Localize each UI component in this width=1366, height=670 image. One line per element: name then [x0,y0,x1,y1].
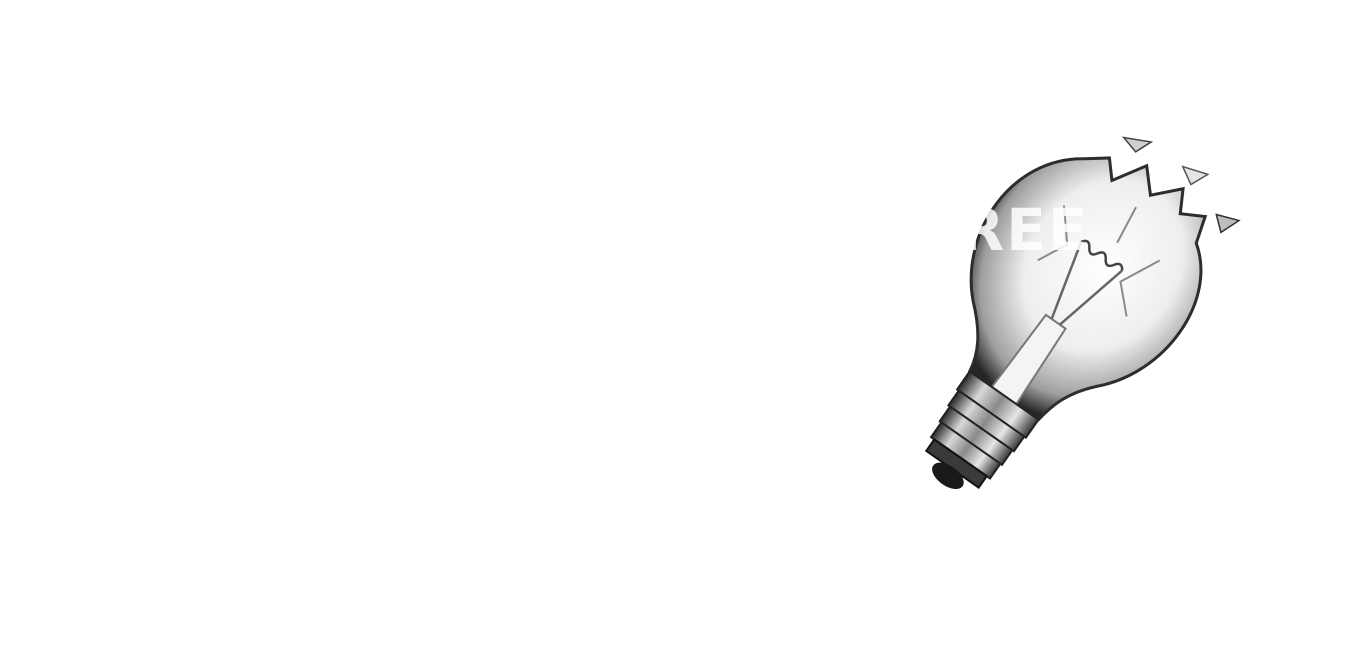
hero-canvas: TREE [0,0,1366,670]
broken-light-bulb-icon [850,100,1250,560]
